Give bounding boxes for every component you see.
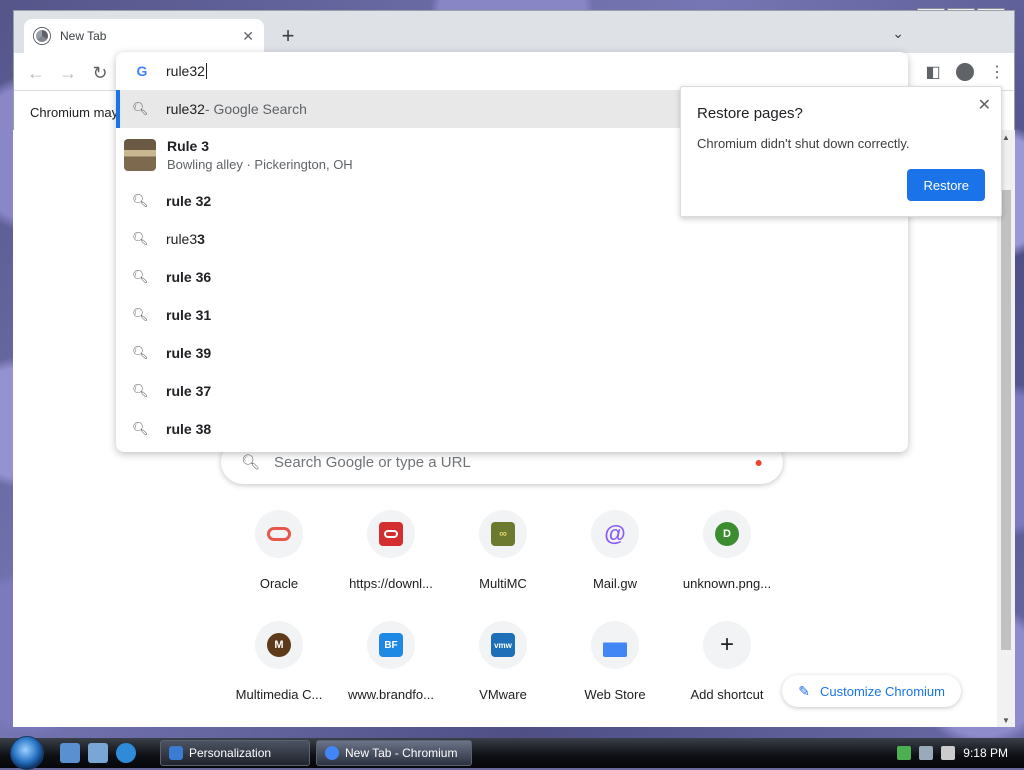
tab-title: New Tab [60,29,107,43]
suggestion-text: rule 31 [166,307,212,323]
new-tab-button[interactable]: + [275,23,301,49]
entity-subtitle: Bowling alley · Pickerington, OH [167,157,353,172]
volume-muted-icon[interactable] [941,746,956,760]
back-button[interactable]: ← [24,61,48,85]
forward-button[interactable]: → [56,61,80,85]
suggestion-text: rule 36 [166,269,212,285]
tab-search-chevron-icon[interactable]: ⌄ [892,25,904,42]
omnibox-input[interactable]: G rule32 [116,52,908,90]
suggestion-text: rule32 [166,101,205,117]
taskbar-item-label: New Tab - Chromium [345,746,458,760]
bowling-alley-thumbnail [124,139,156,171]
side-panel-icon[interactable]: ◧ [920,59,946,85]
close-tab-icon[interactable]: ✕ [242,28,254,45]
search-icon: 🔍︎ [132,101,149,116]
suggestion-suffix: - Google Search [204,101,307,117]
taskbar-item-label: Personalization [189,746,272,760]
switch-windows-icon[interactable] [88,743,108,763]
suggestion-row[interactable]: 🔍︎ rule 31 [116,296,908,334]
suggestion-row[interactable]: 🔍︎ rule 36 [116,258,908,296]
restore-title: Restore pages? [697,105,803,122]
start-button[interactable] [10,736,44,770]
personalization-icon [169,746,183,760]
internet-explorer-icon[interactable] [116,743,136,763]
tab-strip: New Tab ✕ + ⌄ [14,11,1014,53]
show-desktop-icon[interactable] [60,743,80,763]
suggestion-text: rule3 [166,231,198,247]
suggestion-row[interactable]: 🔍︎ rule 39 [116,334,908,372]
restore-pages-bubble: Restore pages? Chromium didn't shut down… [680,86,1002,217]
taskbar-item-chromium[interactable]: New Tab - Chromium [316,740,472,766]
suggestion-text: rule 38 [166,421,212,437]
toolbar-right: ◧ ⋮ [920,59,1010,85]
search-icon: 🔍︎ [132,269,149,284]
search-icon: 🔍︎ [132,307,149,322]
chromium-icon [34,28,50,44]
profile-button[interactable] [952,59,978,85]
omnibox-text: rule32 [166,63,205,79]
search-icon: 🔍︎ [132,383,149,398]
close-icon[interactable]: ✕ [978,95,991,115]
person-icon [956,63,974,81]
infobar-text: Chromium may [30,105,119,120]
network-icon[interactable] [897,746,912,760]
suggestion-bold: 3 [197,231,205,247]
suggestion-row[interactable]: 🔍︎ rule3 3 [116,220,908,258]
taskbar: Personalization New Tab - Chromium 9:18 … [0,736,1024,770]
google-g-icon: G [136,63,148,79]
tab-new-tab[interactable]: New Tab ✕ [24,19,264,53]
menu-kebab-icon[interactable]: ⋮ [984,59,1010,85]
search-icon: 🔍︎ [132,345,149,360]
search-icon: 🔍︎ [132,193,149,208]
suggestion-text: rule 39 [166,345,212,361]
restore-message: Chromium didn't shut down correctly. [697,136,910,151]
search-icon: 🔍︎ [132,421,149,436]
reload-button[interactable]: ↻ [88,61,112,85]
chromium-icon [325,746,339,760]
clock[interactable]: 9:18 PM [963,746,1008,760]
restore-button[interactable]: Restore [907,169,985,201]
taskbar-item-personalization[interactable]: Personalization [160,740,310,766]
search-icon: 🔍︎ [132,231,149,246]
quick-launch [60,743,136,763]
suggestion-row[interactable]: 🔍︎ rule 38 [116,410,908,448]
suggestion-text: rule 32 [166,193,212,209]
entity-title: Rule 3 [167,138,210,154]
display-icon[interactable] [919,746,934,760]
system-tray: 9:18 PM [897,746,1024,760]
suggestion-row[interactable]: 🔍︎ rule 37 [116,372,908,410]
suggestion-text: rule 37 [166,383,212,399]
